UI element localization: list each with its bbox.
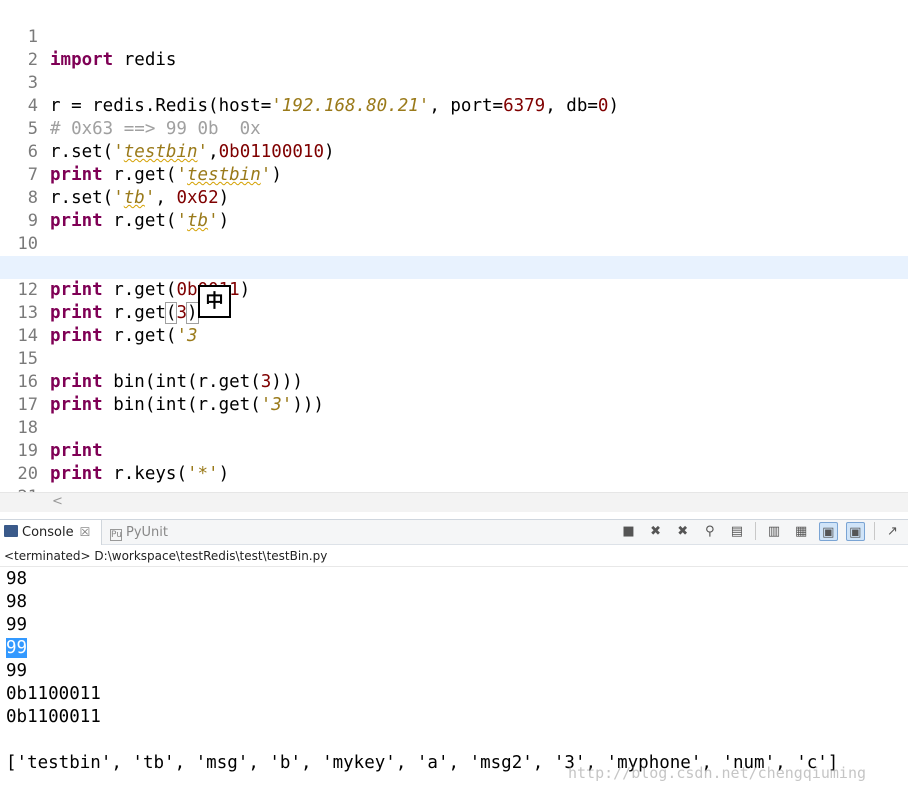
remove-all-icon[interactable]: ✖ (673, 522, 692, 541)
code-line[interactable]: 11 print r.get(0b0011) (0, 233, 908, 300)
show-stderr-icon[interactable]: ▣ (845, 522, 865, 541)
code-line[interactable]: 9 (0, 187, 908, 231)
code-line[interactable]: 17 (0, 371, 908, 415)
tab-console-label: Console (22, 525, 74, 540)
pyunit-icon: Pu (110, 529, 122, 541)
scroll-left-icon[interactable]: < (52, 493, 63, 511)
remove-launch-icon[interactable]: ✖ (646, 522, 665, 541)
console-line: 98 (6, 569, 28, 589)
code-line[interactable]: 4 # 0x63 ==> 99 0b 0x (0, 72, 908, 139)
console-line-selected: 99 (6, 637, 28, 660)
tab-pyunit[interactable]: Pu PyUnit (106, 520, 186, 545)
code-line[interactable]: 14 (0, 302, 908, 346)
console-output[interactable]: 98 98 99 99 99 0b1100011 0b1100011 ['tes… (0, 566, 908, 795)
display-selected-icon[interactable]: ▤ (727, 522, 746, 541)
code-line[interactable]: 19 print r.keys('*') (0, 417, 908, 484)
tab-pyunit-label: PyUnit (126, 525, 168, 540)
clear-console-icon[interactable]: ▥ (765, 522, 784, 541)
code-line[interactable]: 20 (0, 440, 908, 484)
console-line: 99 (6, 661, 28, 681)
toolbar-divider (755, 522, 757, 540)
console-icon (4, 525, 18, 537)
console-line: 98 (6, 592, 28, 612)
code-line[interactable]: 13 print r.get('3 (0, 279, 908, 346)
tab-console[interactable]: Console ☒ (0, 520, 102, 545)
code-line[interactable]: 5 r.set('testbin',0b01100010) (0, 95, 908, 162)
code-line[interactable]: 8 print r.get('tb') (0, 164, 908, 231)
ime-indicator[interactable]: 中 (198, 285, 231, 318)
console-toolbar: ■ ✖ ✖ ⚲ ▤ ▥ ▦ ▣ ▣ ↗ (616, 522, 902, 544)
code-line[interactable]: 3 r = redis.Redis(host='192.168.80.21', … (0, 49, 908, 116)
selected-text: 99 (6, 638, 28, 658)
code-line-current[interactable]: 12 print r.get(3) (0, 256, 908, 324)
show-stdout-icon[interactable]: ▣ (818, 522, 838, 541)
code-line[interactable]: 6 print r.get('testbin') (0, 118, 908, 185)
console-line: 99 (6, 615, 28, 635)
code-line[interactable]: 2 (0, 26, 908, 70)
console-line: 0b1100011 (6, 684, 101, 704)
close-icon[interactable]: ☒ (80, 525, 91, 539)
console-line: 0b1100011 (6, 707, 101, 727)
code-editor[interactable]: 1 import redis 2 3 r = redis.Redis(host=… (0, 0, 908, 507)
console-view-header: Console ☒ Pu PyUnit ■ ✖ ✖ ⚲ ▤ ▥ ▦ ▣ ▣ ↗ (0, 519, 908, 545)
horizontal-scrollbar[interactable]: < (0, 492, 908, 512)
code-line[interactable]: 1 import redis (0, 3, 908, 70)
open-console-icon[interactable]: ↗ (883, 522, 902, 541)
code-line[interactable]: 10 r.set(0b0011,0b01100011) (0, 210, 908, 277)
scroll-lock-icon[interactable]: ▦ (792, 522, 811, 541)
toolbar-divider (873, 522, 875, 540)
terminate-icon[interactable]: ■ (619, 522, 638, 541)
code-line[interactable]: 15 print bin(int(r.get(3))) (0, 325, 908, 392)
code-line[interactable]: 16 print bin(int(r.get('3'))) (0, 348, 908, 415)
code-line[interactable]: 7 r.set('tb', 0x62) (0, 141, 908, 208)
code-line[interactable]: 18 print (0, 394, 908, 461)
terminated-status: <terminated> D:\workspace\testRedis\test… (4, 549, 328, 563)
watermark: http://blog.csdn.net/chengqiuming (568, 764, 867, 782)
pin-console-icon[interactable]: ⚲ (700, 522, 719, 541)
code-line[interactable]: 21 (0, 463, 908, 507)
